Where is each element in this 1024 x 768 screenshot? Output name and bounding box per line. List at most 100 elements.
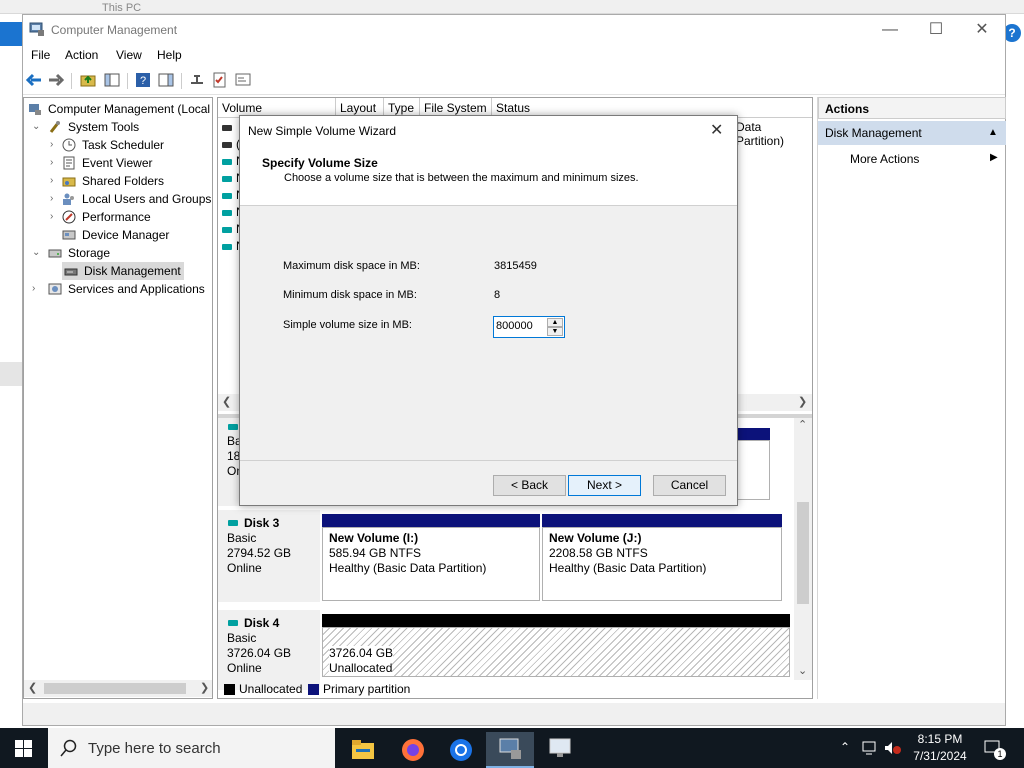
partition-volume-j[interactable]: New Volume (J:) 2208.58 GB NTFS Healthy … xyxy=(542,527,782,601)
partition-unallocated[interactable]: 3726.04 GB Unallocated xyxy=(322,627,790,677)
performance-icon xyxy=(62,210,76,224)
disk-type: Basic xyxy=(227,631,257,645)
scroll-thumb[interactable] xyxy=(44,683,186,694)
chevron-right-icon[interactable]: › xyxy=(50,172,60,190)
maximize-button[interactable]: ☐ xyxy=(913,15,959,45)
tree-label: Storage xyxy=(68,246,111,260)
menu-file[interactable]: File xyxy=(31,48,50,62)
clock-date[interactable]: 7/31/2024 xyxy=(908,749,972,763)
chevron-right-icon[interactable]: › xyxy=(50,154,60,172)
show-hide-console-tree-icon[interactable] xyxy=(103,71,121,89)
menu-view[interactable]: View xyxy=(116,48,142,62)
minimize-button[interactable]: — xyxy=(867,15,913,45)
disk-icon xyxy=(228,424,238,430)
partition-size: 2208.58 GB NTFS xyxy=(549,546,648,560)
scroll-left-icon[interactable]: ❮ xyxy=(222,395,231,408)
volume-icon xyxy=(222,125,232,131)
back-arrow-icon[interactable] xyxy=(25,71,43,89)
menu-action[interactable]: Action xyxy=(65,48,98,62)
partition-status: Healthy (Basic Data Partition) xyxy=(329,561,487,575)
forward-arrow-icon[interactable] xyxy=(47,71,65,89)
toolbar: ? xyxy=(23,67,1005,95)
unallocated-bar xyxy=(322,614,790,627)
taskbar-chrome[interactable] xyxy=(436,732,484,768)
checklist-icon[interactable] xyxy=(211,71,229,89)
volume-muted-icon[interactable] xyxy=(884,741,902,755)
scroll-right-icon[interactable]: ❯ xyxy=(798,395,807,408)
event-log-icon xyxy=(63,156,75,170)
status-bar xyxy=(23,703,1005,725)
disk-view-vertical-scrollbar[interactable]: ⌃ ⌄ xyxy=(794,418,812,680)
scroll-right-icon[interactable]: ❯ xyxy=(200,681,209,694)
close-button[interactable]: ✕ xyxy=(959,15,1005,45)
next-button[interactable]: Next > xyxy=(568,475,641,496)
volume-icon xyxy=(222,227,232,233)
tree-label: Local Users and Groups xyxy=(82,192,212,206)
partition-status: Healthy (Basic Data Partition) xyxy=(549,561,707,575)
properties-icon[interactable] xyxy=(234,71,252,89)
back-button[interactable]: < Back xyxy=(493,475,566,496)
services-icon xyxy=(48,283,62,295)
partition-size: 585.94 GB NTFS xyxy=(329,546,422,560)
disk-header-disk4[interactable]: Disk 4 Basic 3726.04 GB Online xyxy=(218,610,320,690)
chevron-down-icon[interactable]: ⌄ xyxy=(32,244,42,262)
remote-desktop-icon xyxy=(549,738,571,757)
menu-help[interactable]: Help xyxy=(157,48,182,62)
show-hidden-icons-icon[interactable]: ⌃ xyxy=(840,740,850,754)
taskbar-computer-management[interactable] xyxy=(486,732,534,768)
dialog-close-icon[interactable]: ✕ xyxy=(710,120,723,140)
volume-icon xyxy=(222,176,232,182)
file-explorer-icon xyxy=(352,740,374,759)
chevron-right-icon[interactable]: › xyxy=(50,190,60,208)
volume-size-input[interactable]: 800000 xyxy=(496,320,533,332)
submenu-arrow-icon[interactable]: ▶ xyxy=(990,152,998,163)
taskbar-file-explorer[interactable] xyxy=(338,732,386,768)
taskbar-disk-management[interactable] xyxy=(536,732,584,768)
unallocated-size: 3726.04 GB xyxy=(329,646,394,661)
search-icon xyxy=(60,739,77,757)
scroll-left-icon[interactable]: ❮ xyxy=(28,681,37,694)
tree-label: Task Scheduler xyxy=(82,138,165,152)
connect-icon[interactable] xyxy=(188,71,206,89)
up-folder-icon[interactable] xyxy=(79,71,97,89)
taskbar-firefox[interactable] xyxy=(388,732,436,768)
taskbar-search-box[interactable]: Type here to search xyxy=(48,728,335,768)
spin-up-icon[interactable]: ▲ xyxy=(547,318,563,327)
help-topic-icon[interactable]: ? xyxy=(134,71,152,89)
title-bar: Computer Management — ☐ ✕ xyxy=(23,15,1005,45)
disk-state: Online xyxy=(227,561,262,575)
notification-badge: 1 xyxy=(994,748,1006,760)
clock-time[interactable]: 8:15 PM xyxy=(912,732,968,746)
more-actions-item[interactable]: More Actions xyxy=(850,147,919,171)
tree-horizontal-scrollbar[interactable]: ❮ ❯ xyxy=(24,680,212,697)
chevron-down-icon[interactable]: ⌄ xyxy=(32,118,42,136)
windows-start-icon[interactable] xyxy=(15,740,32,757)
tree-item-disk-management[interactable]: Disk Management xyxy=(62,262,184,280)
legend-primary-swatch xyxy=(308,684,319,695)
cancel-button[interactable]: Cancel xyxy=(653,475,726,496)
disk-header-disk3[interactable]: Disk 3 Basic 2794.52 GB Online xyxy=(218,510,320,602)
network-icon[interactable] xyxy=(862,741,878,755)
show-action-pane-icon[interactable] xyxy=(157,71,175,89)
actions-disk-management[interactable]: Disk Management ▲ xyxy=(818,121,1006,145)
computer-management-icon xyxy=(29,22,44,36)
disk-size: 3726.04 GB xyxy=(227,646,292,660)
chevron-right-icon[interactable]: › xyxy=(50,208,60,226)
collapse-up-icon[interactable]: ▲ xyxy=(988,121,998,145)
legend-unallocated-label: Unallocated xyxy=(239,682,303,696)
storage-icon xyxy=(48,249,62,258)
actions-section-label: Disk Management xyxy=(825,126,922,140)
scroll-up-icon[interactable]: ⌃ xyxy=(798,418,807,431)
chevron-right-icon[interactable]: › xyxy=(50,136,60,154)
min-space-value: 8 xyxy=(494,289,501,301)
partition-volume-i[interactable]: New Volume (I:) 585.94 GB NTFS Healthy (… xyxy=(322,527,540,601)
chevron-right-icon[interactable]: › xyxy=(32,280,42,298)
scroll-down-icon[interactable]: ⌄ xyxy=(798,664,807,677)
users-icon xyxy=(63,193,74,205)
volume-size-stepper[interactable]: 800000 ▲ ▼ xyxy=(493,316,565,338)
volume-icon xyxy=(222,210,232,216)
background-explorer-edge xyxy=(0,22,22,46)
max-space-value: 3815459 xyxy=(494,260,537,272)
scroll-thumb[interactable] xyxy=(797,502,809,604)
spin-down-icon[interactable]: ▼ xyxy=(547,327,563,336)
